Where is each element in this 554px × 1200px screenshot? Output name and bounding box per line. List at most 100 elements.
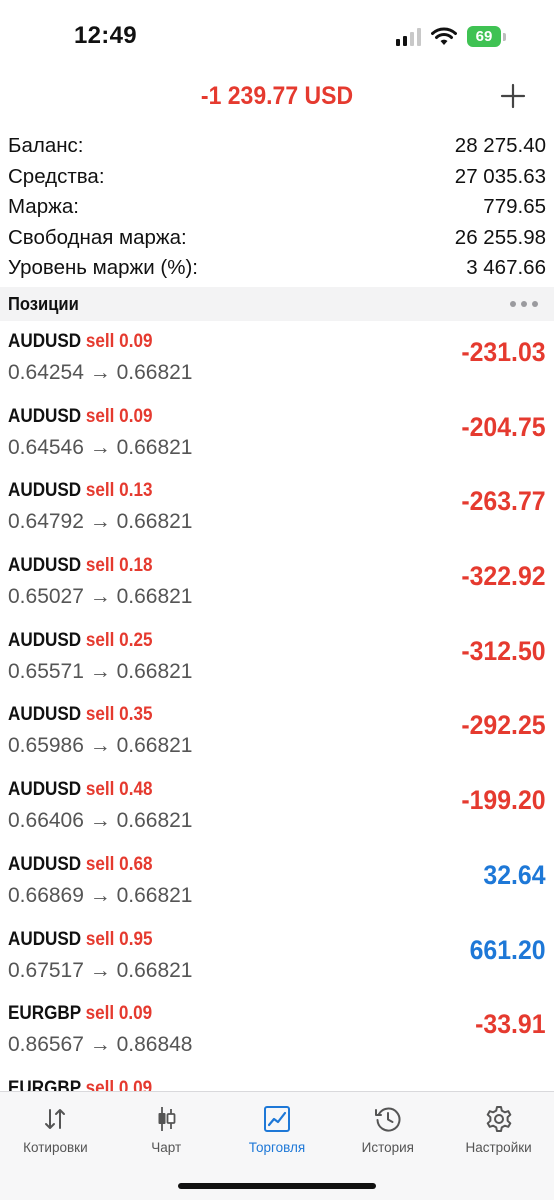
position-symbol: AUDUSD (8, 928, 82, 950)
position-type: sell 0.25 (85, 629, 153, 651)
position-row[interactable]: AUDUSD sell 0.25 0.65571 → 0.66821 -312.… (0, 620, 554, 695)
battery-icon: 69 (467, 26, 506, 47)
position-prices: 0.65027 → 0.66821 (8, 585, 193, 609)
tab-label: История (361, 1140, 414, 1155)
summary-label: Свободная маржа: (8, 225, 187, 249)
position-profit: -292.25 (461, 710, 546, 741)
tab-settings[interactable]: Настройки (443, 1092, 554, 1164)
position-row[interactable]: EURGBP sell 0.09 (0, 1068, 554, 1091)
add-order-button[interactable] (498, 78, 528, 114)
summary-row-margin: Маржа: 779.65 (0, 192, 554, 223)
position-profit: -312.50 (461, 635, 546, 666)
summary-value: 27 035.63 (454, 164, 546, 188)
position-prices: 0.64792 → 0.66821 (8, 510, 193, 534)
position-symbol: AUDUSD (8, 480, 82, 502)
summary-row-margin-level: Уровень маржи (%): 3 467.66 (0, 253, 554, 284)
wifi-icon (431, 27, 457, 45)
tab-trade[interactable]: Торговля (222, 1092, 333, 1164)
position-row[interactable]: AUDUSD sell 0.35 0.65986 → 0.66821 -292.… (0, 694, 554, 769)
position-profit: -322.92 (461, 561, 546, 592)
position-type: sell 0.09 (85, 1077, 153, 1091)
battery-level: 69 (467, 26, 501, 47)
positions-list: AUDUSD sell 0.09 0.64254 → 0.66821 -231.… (0, 321, 554, 1091)
position-type: sell 0.68 (85, 853, 153, 875)
position-symbol: EURGBP (8, 1003, 81, 1025)
header: -1 239.77 USD (0, 72, 554, 124)
summary-row-free-margin: Свободная маржа: 26 255.98 (0, 223, 554, 254)
position-symbol: AUDUSD (8, 331, 82, 352)
plus-icon (500, 83, 526, 109)
summary-label: Уровень маржи (%): (8, 256, 198, 280)
position-row[interactable]: AUDUSD sell 0.13 0.64792 → 0.66821 -263.… (0, 470, 554, 545)
summary-value: 26 255.98 (454, 225, 546, 249)
summary-value: 3 467.66 (466, 256, 546, 280)
position-type: sell 0.35 (85, 704, 153, 726)
position-type: sell 0.09 (85, 405, 153, 427)
history-clock-icon (374, 1107, 401, 1132)
summary-label: Баланс: (8, 134, 84, 158)
summary-value: 28 275.40 (454, 134, 546, 158)
account-summary: Баланс: 28 275.40 Средства: 27 035.63 Ма… (0, 131, 554, 284)
summary-label: Маржа: (8, 195, 79, 219)
position-symbol: AUDUSD (8, 853, 82, 875)
tab-quotes[interactable]: Котировки (0, 1092, 111, 1164)
position-row[interactable]: AUDUSD sell 0.95 0.67517 → 0.66821 661.2… (0, 919, 554, 994)
position-row[interactable]: AUDUSD sell 0.48 0.66406 → 0.66821 -199.… (0, 769, 554, 844)
position-symbol: AUDUSD (8, 555, 82, 577)
summary-value: 779.65 (483, 195, 546, 219)
trade-chart-icon (263, 1106, 290, 1132)
position-prices: 0.66406 → 0.66821 (8, 809, 193, 833)
position-prices: 0.64546 → 0.66821 (8, 435, 193, 459)
more-dots-icon[interactable] (510, 301, 538, 307)
position-row[interactable]: AUDUSD sell 0.18 0.65027 → 0.66821 -322.… (0, 545, 554, 620)
status-icons: 69 (396, 26, 506, 47)
total-profit: -1 239.77 USD (200, 82, 354, 110)
position-symbol: AUDUSD (8, 405, 82, 427)
position-row[interactable]: AUDUSD sell 0.68 0.66869 → 0.66821 32.64 (0, 844, 554, 919)
position-type: sell 0.48 (85, 779, 153, 801)
tab-label: Настройки (465, 1140, 532, 1155)
position-profit: -33.91 (475, 1009, 546, 1040)
position-prices: 0.66869 → 0.66821 (8, 883, 193, 907)
position-prices: 0.65571 → 0.66821 (8, 659, 193, 683)
position-symbol: AUDUSD (8, 779, 82, 801)
position-profit: -263.77 (461, 486, 546, 517)
position-prices: 0.67517 → 0.66821 (8, 958, 193, 982)
status-time: 12:49 (74, 22, 137, 49)
positions-title: Позиции (8, 293, 79, 314)
position-type: sell 0.13 (85, 480, 153, 502)
position-symbol: AUDUSD (8, 629, 82, 651)
summary-label: Средства: (8, 164, 105, 188)
tab-chart[interactable]: Чарт (111, 1092, 222, 1164)
position-row[interactable]: AUDUSD sell 0.09 0.64546 → 0.66821 -204.… (0, 396, 554, 471)
summary-row-balance: Баланс: 28 275.40 (0, 131, 554, 162)
position-row[interactable]: AUDUSD sell 0.09 0.64254 → 0.66821 -231.… (0, 321, 554, 396)
position-profit: -231.03 (461, 337, 546, 367)
position-type: sell 0.09 (85, 1003, 153, 1025)
position-row[interactable]: EURGBP sell 0.09 0.86567 → 0.86848 -33.9… (0, 993, 554, 1068)
summary-row-equity: Средства: 27 035.63 (0, 162, 554, 193)
position-profit: 32.64 (483, 859, 546, 890)
position-profit: 661.20 (470, 934, 546, 965)
home-indicator[interactable] (178, 1183, 376, 1189)
position-profit: -199.20 (461, 785, 546, 816)
position-symbol: EURGBP (8, 1077, 81, 1091)
cellular-signal-icon (396, 27, 421, 46)
position-type: sell 0.09 (85, 331, 153, 352)
position-symbol: AUDUSD (8, 704, 82, 726)
position-profit: -204.75 (461, 411, 546, 442)
tab-label: Котировки (23, 1140, 88, 1155)
position-prices: 0.86567 → 0.86848 (8, 1033, 193, 1057)
tab-label: Торговля (248, 1140, 306, 1155)
position-type: sell 0.95 (85, 928, 153, 950)
positions-section-header: Позиции (0, 287, 554, 321)
position-type: sell 0.18 (85, 555, 153, 577)
status-bar: 12:49 69 (0, 0, 554, 72)
position-prices: 0.64254 → 0.66821 (8, 361, 193, 384)
tab-history[interactable]: История (332, 1092, 443, 1164)
tab-bar: Котировки Чарт Торговля История Настройк… (0, 1091, 554, 1200)
candlestick-chart-icon (158, 1107, 176, 1131)
tab-label: Чарт (151, 1140, 182, 1155)
quotes-arrows-icon (45, 1109, 66, 1129)
position-prices: 0.65986 → 0.66821 (8, 734, 193, 758)
